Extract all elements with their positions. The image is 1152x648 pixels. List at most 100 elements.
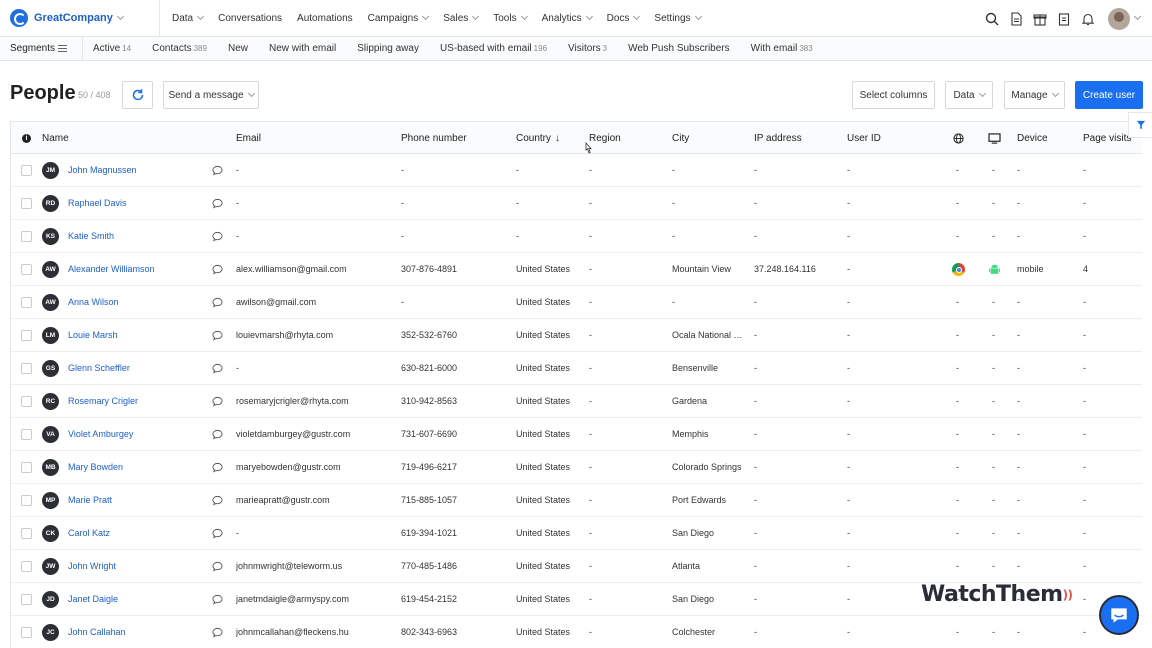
column-header-page-visits[interactable]: Page visits	[1083, 122, 1131, 155]
message-icon[interactable]	[212, 363, 223, 374]
message-icon[interactable]	[212, 462, 223, 473]
message-icon[interactable]	[212, 429, 223, 440]
person-name-link[interactable]: Louie Marsh	[68, 319, 203, 352]
monitor-icon[interactable]	[988, 133, 1001, 145]
table-row[interactable]: JM John Magnussen - - - - - - - - - - -	[11, 154, 1142, 187]
chat-launcher-button[interactable]	[1099, 595, 1139, 635]
message-icon[interactable]	[212, 627, 223, 638]
search-icon[interactable]	[980, 7, 1004, 31]
table-row[interactable]: MP Marie Pratt marieapratt@gustr.com 715-88…	[11, 484, 1142, 517]
menu-item-data[interactable]: Data	[172, 12, 205, 24]
segment-tab[interactable]: Contacts 389	[152, 43, 207, 54]
manage-dropdown-button[interactable]: Manage	[1004, 81, 1065, 109]
column-header-ip[interactable]: IP address	[754, 122, 802, 155]
company-switcher[interactable]: GreatCompany	[0, 0, 160, 37]
row-checkbox[interactable]	[21, 561, 32, 572]
person-name-link[interactable]: Carol Katz	[68, 517, 203, 550]
message-icon[interactable]	[212, 297, 223, 308]
menu-item-conversations[interactable]: Conversations	[218, 13, 282, 24]
menu-item-sales[interactable]: Sales	[443, 12, 480, 24]
gift-icon[interactable]	[1028, 7, 1052, 31]
row-checkbox[interactable]	[21, 594, 32, 605]
message-icon[interactable]	[212, 231, 223, 242]
chevron-down-icon[interactable]	[1133, 12, 1142, 21]
row-checkbox[interactable]	[21, 297, 32, 308]
document-icon[interactable]	[1004, 7, 1028, 31]
column-header-userid[interactable]: User ID	[847, 122, 881, 155]
message-icon[interactable]	[212, 495, 223, 506]
info-icon[interactable]: i	[22, 134, 31, 143]
segment-tab[interactable]: New	[228, 43, 248, 54]
table-row[interactable]: JC John Callahan johnmcallahan@fleckens.hu…	[11, 616, 1142, 648]
person-name-link[interactable]: Anna Wilson	[68, 286, 203, 319]
person-name-link[interactable]: Mary Bowden	[68, 451, 203, 484]
column-header-email[interactable]: Email	[236, 122, 261, 155]
segment-tab[interactable]: With email 383	[751, 43, 813, 54]
column-header-phone[interactable]: Phone number	[401, 122, 467, 155]
column-header-country[interactable]: Country ↓	[516, 122, 560, 155]
table-row[interactable]: AW Alexander Williamson alex.williamson@gm…	[11, 253, 1142, 286]
globe-icon[interactable]	[953, 133, 964, 145]
segment-tab[interactable]: Visitors 3	[568, 43, 607, 54]
clipboard-icon[interactable]	[1052, 7, 1076, 31]
person-name-link[interactable]: Katie Smith	[68, 220, 203, 253]
table-row[interactable]: LM Louie Marsh louievmarsh@rhyta.com 352-53…	[11, 319, 1142, 352]
person-name-link[interactable]: Janet Daigle	[68, 583, 203, 616]
person-name-link[interactable]: Violet Amburgey	[68, 418, 203, 451]
table-row[interactable]: VA Violet Amburgey violetdamburgey@gustr.c…	[11, 418, 1142, 451]
data-dropdown-button[interactable]: Data	[945, 81, 993, 109]
table-row[interactable]: RC Rosemary Crigler rosemaryjcrigler@rhyta…	[11, 385, 1142, 418]
table-row[interactable]: RD Raphael Davis - - - - - - - - - - -	[11, 187, 1142, 220]
row-checkbox[interactable]	[21, 429, 32, 440]
message-icon[interactable]	[212, 561, 223, 572]
segment-tab[interactable]: Active 14	[93, 43, 131, 54]
filter-toggle[interactable]	[1128, 112, 1152, 138]
table-row[interactable]: JW John Wright johnmwright@teleworm.us 770-…	[11, 550, 1142, 583]
row-checkbox[interactable]	[21, 495, 32, 506]
row-checkbox[interactable]	[21, 198, 32, 209]
bell-icon[interactable]	[1076, 7, 1100, 31]
user-avatar[interactable]	[1108, 7, 1130, 30]
person-name-link[interactable]: Glenn Scheffler	[68, 352, 203, 385]
segment-tab[interactable]: New with email	[269, 43, 336, 54]
message-icon[interactable]	[212, 528, 223, 539]
row-checkbox[interactable]	[21, 231, 32, 242]
person-name-link[interactable]: Raphael Davis	[68, 187, 203, 220]
message-icon[interactable]	[212, 594, 223, 605]
table-row[interactable]: KS Katie Smith - - - - - - - - - - -	[11, 220, 1142, 253]
person-name-link[interactable]: Rosemary Crigler	[68, 385, 203, 418]
column-header-region[interactable]: Region	[589, 122, 621, 155]
person-name-link[interactable]: John Callahan	[68, 616, 203, 648]
refresh-button[interactable]	[122, 81, 153, 109]
row-checkbox[interactable]	[21, 396, 32, 407]
table-row[interactable]: CK Carol Katz - 619-394-1021 United States - S…	[11, 517, 1142, 550]
row-checkbox[interactable]	[21, 264, 32, 275]
table-row[interactable]: AW Anna Wilson awilson@gmail.com - United St…	[11, 286, 1142, 319]
row-checkbox[interactable]	[21, 330, 32, 341]
column-header-city[interactable]: City	[672, 122, 689, 155]
hamburger-menu-icon[interactable]	[58, 42, 72, 56]
segment-tab[interactable]: US-based with email 196	[440, 43, 547, 54]
message-icon[interactable]	[212, 330, 223, 341]
menu-item-automations[interactable]: Automations	[297, 13, 353, 24]
row-checkbox[interactable]	[21, 627, 32, 638]
message-icon[interactable]	[212, 396, 223, 407]
message-icon[interactable]	[212, 165, 223, 176]
menu-item-settings[interactable]: Settings	[654, 12, 702, 24]
row-checkbox[interactable]	[21, 528, 32, 539]
row-checkbox[interactable]	[21, 462, 32, 473]
message-icon[interactable]	[212, 264, 223, 275]
send-message-button[interactable]: Send a message	[163, 81, 259, 109]
person-name-link[interactable]: John Magnussen	[68, 154, 203, 187]
row-checkbox[interactable]	[21, 165, 32, 176]
row-checkbox[interactable]	[21, 363, 32, 374]
select-columns-button[interactable]: Select columns	[852, 81, 935, 109]
menu-item-campaigns[interactable]: Campaigns	[368, 12, 430, 24]
column-header-name[interactable]: Name	[42, 122, 69, 155]
message-icon[interactable]	[212, 198, 223, 209]
column-header-device[interactable]: Device	[1017, 122, 1048, 155]
segment-tab[interactable]: Slipping away	[357, 43, 419, 54]
segment-tab[interactable]: Web Push Subscribers	[628, 43, 730, 54]
person-name-link[interactable]: Marie Pratt	[68, 484, 203, 517]
menu-item-analytics[interactable]: Analytics	[542, 12, 593, 24]
